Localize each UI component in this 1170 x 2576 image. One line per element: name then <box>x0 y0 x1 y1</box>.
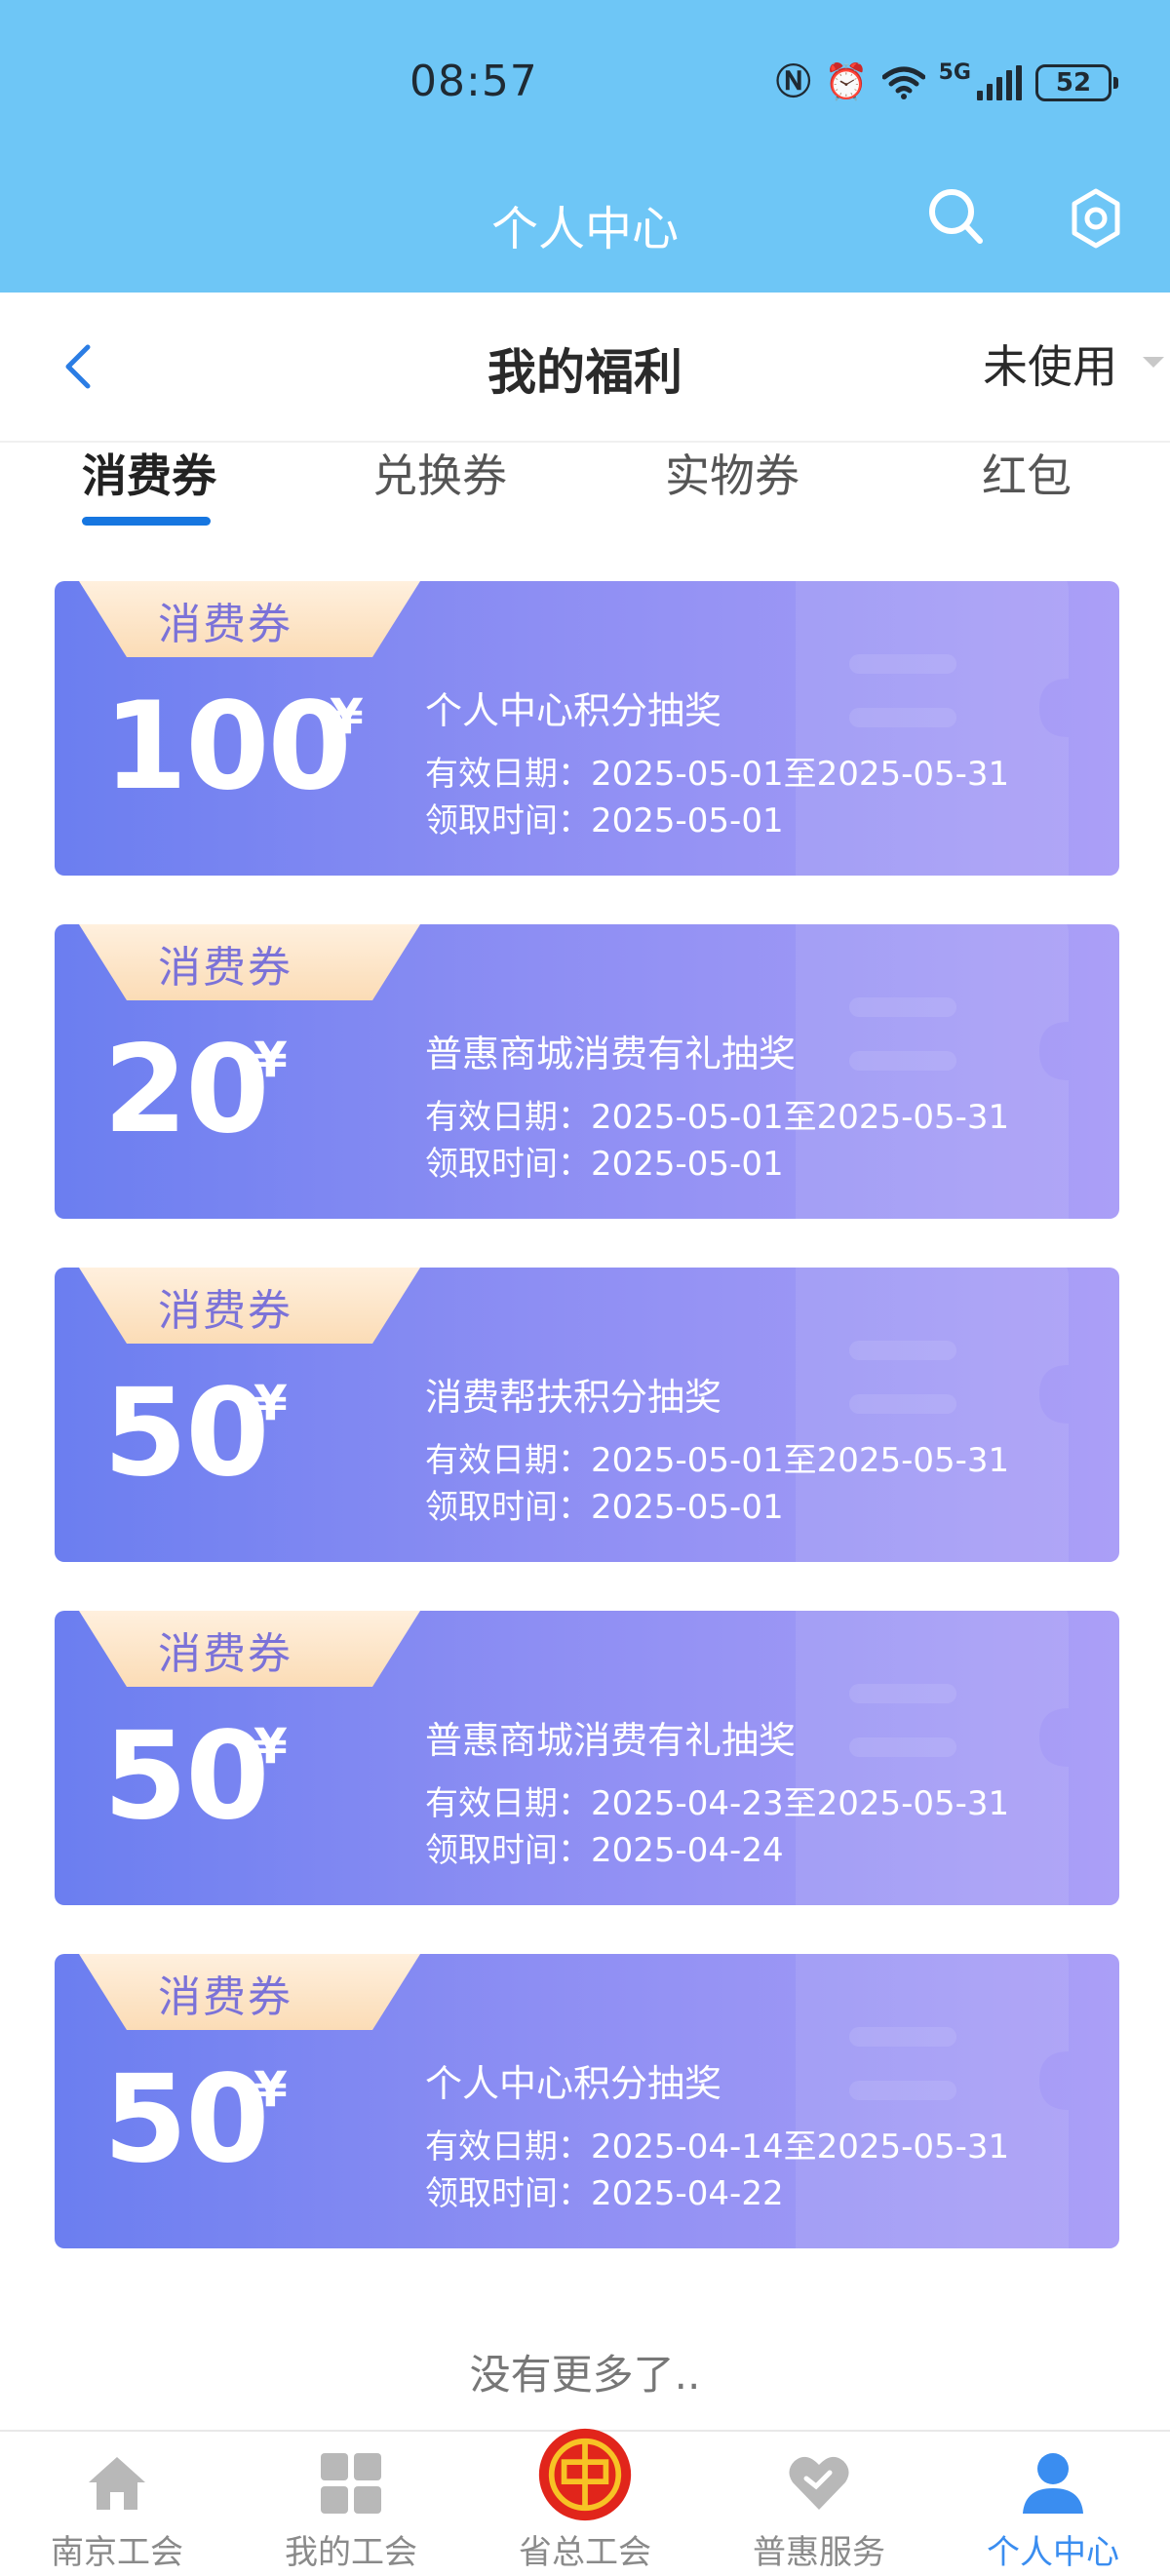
tab-red-packet[interactable]: 红包 <box>982 441 1072 505</box>
coupon-received-time: 领取时间：2025-05-01 <box>425 801 784 840</box>
coupon-list: 消费券 100 ¥ 个人中心积分抽奖 有效日期：2025-05-01至2025-… <box>55 581 1119 2297</box>
nav-label: 我的工会 <box>285 2533 417 2572</box>
wifi-icon <box>881 66 925 99</box>
nav-nanjing-union[interactable]: 南京工会 <box>0 2432 234 2576</box>
coupon-valid-date: 有效日期：2025-04-14至2025-05-31 <box>425 2127 1010 2166</box>
coupon-watermark-icon <box>796 924 1069 1219</box>
status-filter-dropdown[interactable]: 未使用 <box>983 332 1117 396</box>
currency-symbol: ¥ <box>254 1375 288 1431</box>
gear-icon[interactable] <box>1065 187 1127 250</box>
nav-benefit-service[interactable]: 普惠服务 <box>702 2432 936 2576</box>
currency-symbol: ¥ <box>254 1032 288 1088</box>
nav-provincial-union[interactable]: 省总工会 <box>468 2428 702 2576</box>
end-of-list-text: 没有更多了.. <box>469 2351 701 2399</box>
heart-icon <box>789 2456 849 2510</box>
coupon-tag: 消费券 <box>158 1629 292 1679</box>
coupon-valid-date: 有效日期：2025-05-01至2025-05-31 <box>425 755 1010 794</box>
coupon-name: 普惠商城消费有礼抽奖 <box>425 1033 797 1075</box>
battery-icon: 52 <box>1035 64 1118 101</box>
coupon-watermark-icon <box>796 581 1069 876</box>
nav-label: 省总工会 <box>519 2533 651 2572</box>
coupon-received-time: 领取时间：2025-05-01 <box>425 1145 784 1184</box>
alarm-icon: ⏰ <box>824 62 869 102</box>
coupon-amount: 50 <box>103 2049 270 2190</box>
home-icon <box>89 2457 145 2510</box>
union-emblem-icon <box>538 2428 632 2521</box>
coupon-tag: 消费券 <box>158 600 292 649</box>
coupon-amount: 100 <box>103 677 352 817</box>
tab-consumption[interactable]: 消费券 <box>82 441 216 505</box>
coupon-name: 个人中心积分抽奖 <box>425 2062 722 2105</box>
network-type: 5G <box>938 60 971 85</box>
coupon-card[interactable]: 消费券 50 ¥ 普惠商城消费有礼抽奖 有效日期：2025-04-23至2025… <box>55 1611 1119 1905</box>
coupon-name: 个人中心积分抽奖 <box>425 689 722 732</box>
coupon-watermark-icon <box>796 1611 1069 1905</box>
tab-exchange[interactable]: 兑换券 <box>372 441 507 505</box>
nav-personal-center[interactable]: 个人中心 <box>936 2432 1170 2576</box>
currency-symbol: ¥ <box>254 2061 288 2118</box>
signal-icon <box>977 65 1022 100</box>
active-tab-indicator <box>82 517 211 526</box>
tab-physical[interactable]: 实物券 <box>665 441 800 505</box>
coupon-tag: 消费券 <box>158 1972 292 2022</box>
coupon-amount: 20 <box>103 1020 270 1160</box>
search-icon[interactable] <box>926 185 985 248</box>
coupon-valid-date: 有效日期：2025-05-01至2025-05-31 <box>425 1441 1010 1480</box>
coupon-card[interactable]: 消费券 20 ¥ 普惠商城消费有礼抽奖 有效日期：2025-05-01至2025… <box>55 924 1119 1219</box>
coupon-name: 普惠商城消费有礼抽奖 <box>425 1719 797 1762</box>
coupon-received-time: 领取时间：2025-04-24 <box>425 1831 784 1870</box>
bottom-nav: 南京工会 我的工会 省总工会 普惠服务 个人中心 <box>0 2428 1170 2576</box>
battery-level: 52 <box>1055 68 1092 98</box>
person-icon <box>1023 2453 1083 2514</box>
grid-icon <box>321 2453 381 2514</box>
coupon-amount: 50 <box>103 1706 270 1847</box>
nav-label: 南京工会 <box>51 2533 183 2572</box>
caret-down-icon[interactable] <box>1143 357 1164 368</box>
coupon-valid-date: 有效日期：2025-05-01至2025-05-31 <box>425 1098 1010 1137</box>
coupon-tag: 消费券 <box>158 943 292 993</box>
coupon-watermark-icon <box>796 1954 1069 2248</box>
page-header: 我的福利 未使用 <box>0 293 1170 443</box>
coupon-card[interactable]: 消费券 50 ¥ 消费帮扶积分抽奖 有效日期：2025-05-01至2025-0… <box>55 1268 1119 1562</box>
nav-my-union[interactable]: 我的工会 <box>234 2432 468 2576</box>
app-title: 个人中心 <box>490 202 679 256</box>
coupon-received-time: 领取时间：2025-04-22 <box>425 2174 784 2213</box>
coupon-tag: 消费券 <box>158 1286 292 1336</box>
status-icons: Ⓝ ⏰ 5G 52 <box>775 59 1118 107</box>
coupon-card[interactable]: 消费券 100 ¥ 个人中心积分抽奖 有效日期：2025-05-01至2025-… <box>55 581 1119 876</box>
coupon-card[interactable]: 消费券 50 ¥ 个人中心积分抽奖 有效日期：2025-04-14至2025-0… <box>55 1954 1119 2248</box>
nav-label: 个人中心 <box>987 2533 1119 2572</box>
coupon-amount: 50 <box>103 1363 270 1503</box>
coupon-name: 消费帮扶积分抽奖 <box>425 1376 722 1419</box>
coupon-valid-date: 有效日期：2025-04-23至2025-05-31 <box>425 1784 1010 1823</box>
currency-symbol: ¥ <box>254 1718 288 1775</box>
currency-symbol: ¥ <box>330 688 364 745</box>
coupon-watermark-icon <box>796 1268 1069 1562</box>
coupon-received-time: 领取时间：2025-05-01 <box>425 1488 784 1527</box>
nfc-icon: Ⓝ <box>775 62 811 102</box>
status-time: 08:57 <box>410 57 538 106</box>
nav-label: 普惠服务 <box>753 2533 885 2572</box>
app-header: 08:57 Ⓝ ⏰ 5G 52 个人中心 <box>0 0 1170 293</box>
